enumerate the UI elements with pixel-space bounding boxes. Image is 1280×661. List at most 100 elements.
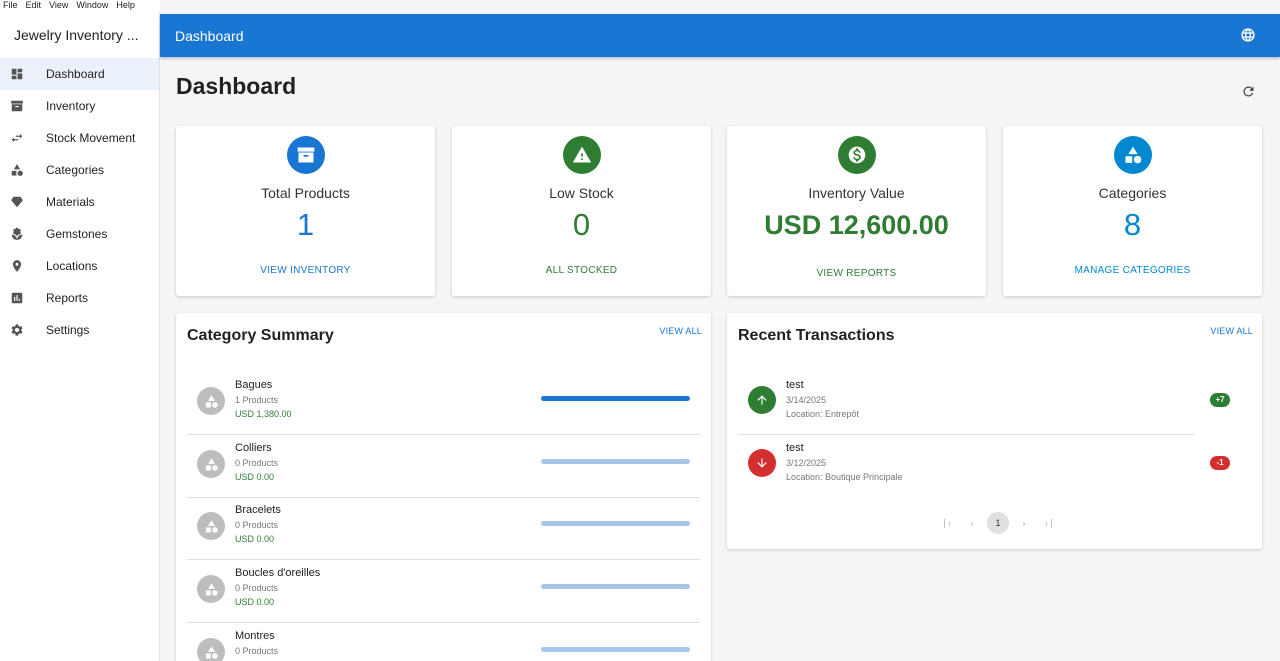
recent-transactions-panel: Recent Transactions VIEW ALL test 3/14/2… [727,313,1262,549]
sidebar-item-label: Materials [46,195,95,209]
transaction-row[interactable]: test 3/12/2025 Location: Boutique Princi… [738,435,1230,498]
category-progress-bar [541,584,690,589]
arrow-up-icon [748,386,776,414]
inventory-box-icon [10,99,24,113]
page-button-current[interactable]: 1 [987,512,1009,534]
gem-spa-icon [10,227,24,241]
category-value: USD 0.00 [235,472,275,482]
transaction-row[interactable]: test 3/14/2025 Location: Entrepôt +7 [738,372,1230,435]
category-row[interactable]: Bracelets 0 Products USD 0.00 [187,497,700,560]
menu-bar: File Edit View Window Help [0,0,160,12]
transactions-view-all-link[interactable]: VIEW ALL [1210,326,1253,336]
sidebar-item-label: Stock Movement [46,131,136,145]
sidebar-item-label: Dashboard [46,67,105,81]
transaction-date: 3/12/2025 [786,458,827,468]
category-count: 0 Products [235,520,279,530]
app-title: Jewelry Inventory ... [14,27,139,43]
category-summary-panel: Category Summary VIEW ALL Bagues 1 Produ… [176,313,711,661]
sidebar-item-label: Settings [46,323,90,337]
menu-file[interactable]: File [3,0,18,12]
category-row[interactable]: Bagues 1 Products USD 1,380.00 [187,372,700,435]
dashboard-icon [10,67,24,81]
menu-view[interactable]: View [49,0,68,12]
stat-value: 8 [1123,207,1142,242]
category-count: 0 Products [235,583,279,593]
sidebar-item-inventory[interactable]: Inventory [0,90,159,122]
shapes-icon [197,450,225,478]
sidebar-item-locations[interactable]: Locations [0,250,159,282]
stat-value: 0 [572,207,591,242]
arrow-down-icon [748,449,776,477]
shapes-icon [197,387,225,415]
swap-arrows-icon [10,131,24,145]
sidebar-item-label: Locations [46,259,98,273]
pagination: ❘‹ ‹ 1 › ›❘ [935,512,1061,534]
sidebar-item-dashboard[interactable]: Dashboard [0,58,159,90]
category-progress-bar [541,459,690,464]
menu-edit[interactable]: Edit [26,0,42,12]
category-progress-bar [541,647,690,652]
location-pin-icon [10,259,24,273]
sidebar: Jewelry Inventory ... Dashboard Inventor… [0,12,160,661]
category-progress-bar [541,396,690,401]
sidebar-item-stock-movement[interactable]: Stock Movement [0,122,159,154]
stat-card-total-products: Total Products 1 VIEW INVENTORY [176,126,435,296]
shapes-icon [1113,136,1152,174]
all-stocked-link[interactable]: ALL STOCKED [452,265,711,276]
stat-label: Total Products [261,185,350,201]
sidebar-nav: Dashboard Inventory Stock Movement Categ… [0,58,159,346]
category-row[interactable]: Montres 0 Products [187,623,700,661]
shapes-icon [10,163,24,177]
stat-value: 1 [296,207,315,242]
stat-label: Categories [1098,185,1167,201]
sidebar-item-materials[interactable]: Materials [0,186,159,218]
view-reports-link[interactable]: VIEW REPORTS [727,268,986,279]
category-count: 0 Products [235,646,279,656]
stat-label: Low Stock [549,185,614,201]
app-bar: Dashboard [160,14,1280,57]
category-progress-bar [541,521,690,526]
sidebar-item-reports[interactable]: Reports [0,282,159,314]
bar-chart-icon [10,291,24,305]
stat-card-categories: Categories 8 MANAGE CATEGORIES [1003,126,1262,296]
menu-window[interactable]: Window [76,0,108,12]
category-count: 1 Products [235,395,279,405]
sidebar-item-label: Gemstones [46,227,108,241]
category-row[interactable]: Colliers 0 Products USD 0.00 [187,435,700,498]
prev-page-icon[interactable]: ‹ [961,512,983,534]
view-inventory-link[interactable]: VIEW INVENTORY [176,265,435,276]
category-value: USD 0.00 [235,534,275,544]
stat-label: Inventory Value [808,185,905,201]
transaction-name: test [786,379,804,391]
menu-help[interactable]: Help [116,0,135,12]
stat-card-low-stock: Low Stock 0 ALL STOCKED [452,126,711,296]
refresh-icon[interactable] [1241,84,1256,99]
category-name: Boucles d'oreilles [235,567,321,579]
sidebar-item-settings[interactable]: Settings [0,314,159,346]
category-name: Montres [235,630,275,642]
sidebar-item-label: Reports [46,291,89,305]
category-row[interactable]: Boucles d'oreilles 0 Products USD 0.00 [187,560,700,623]
dollar-icon [837,136,876,174]
sidebar-item-gemstones[interactable]: Gemstones [0,218,159,250]
category-name: Bagues [235,379,273,391]
manage-categories-link[interactable]: MANAGE CATEGORIES [1003,265,1262,276]
sidebar-item-categories[interactable]: Categories [0,154,159,186]
quantity-badge: -1 [1210,456,1230,470]
last-page-icon[interactable]: ›❘ [1039,512,1061,534]
category-value: USD 0.00 [235,597,275,607]
category-progress-fill [541,396,690,401]
transaction-date: 3/14/2025 [786,395,827,405]
app-bar-title: Dashboard [175,27,244,44]
transaction-location: Location: Entrepôt [786,409,860,419]
stat-card-inventory-value: Inventory Value USD 12,600.00 VIEW REPOR… [727,126,986,296]
transaction-location: Location: Boutique Principale [786,472,903,482]
inventory-box-icon [286,136,325,174]
globe-icon[interactable] [1240,27,1256,43]
first-page-icon[interactable]: ❘‹ [935,512,957,534]
category-view-all-link[interactable]: VIEW ALL [659,326,702,336]
warning-icon [562,136,601,174]
quantity-badge: +7 [1210,393,1230,407]
category-name: Bracelets [235,504,281,516]
next-page-icon[interactable]: › [1013,512,1035,534]
